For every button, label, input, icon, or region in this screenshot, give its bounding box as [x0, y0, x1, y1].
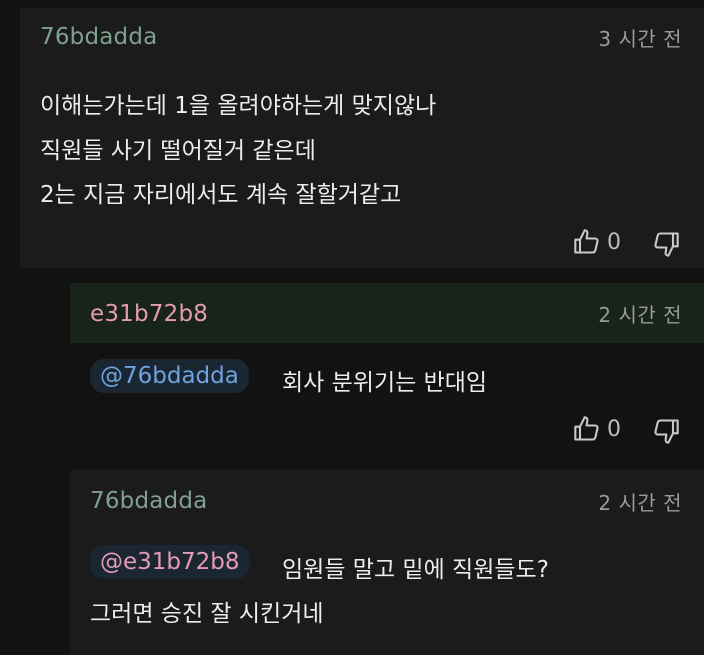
comment-text-line: 직원들 사기 떨어질거 같은데	[40, 138, 316, 164]
comment-author[interactable]: 76bdadda	[90, 488, 207, 514]
thumbs-up-icon	[574, 416, 599, 441]
comment-text-line: 임원들 말고 밑에 직원들도?	[282, 557, 549, 583]
reply-1-body: @76bdadda 회사 분위기는 반대임 0	[70, 343, 704, 455]
reply-1-header: e31b72b8 2 시간 전	[70, 283, 704, 343]
dislike-button[interactable]	[652, 230, 680, 258]
like-button[interactable]: 0	[573, 228, 621, 256]
comment-author[interactable]: 76bdadda	[40, 24, 157, 50]
comment-time: 2 시간 전	[598, 491, 682, 515]
mention-link[interactable]: @76bdadda	[90, 359, 249, 393]
like-count: 0	[607, 229, 621, 255]
like-count: 0	[607, 416, 621, 442]
dislike-button[interactable]	[652, 417, 680, 445]
like-button[interactable]: 0	[573, 415, 621, 443]
comment-text-line: 이해는가는데 1을 올려야하는게 맞지않나	[40, 93, 437, 119]
comment-author[interactable]: e31b72b8	[90, 301, 208, 327]
comment-text-line: 회사 분위기는 반대임	[282, 370, 488, 396]
comment-text-line: 그러면 승진 잘 시킨거네	[90, 601, 324, 627]
comment-text-line: 2는 지금 자리에서도 계속 잘할거같고	[40, 182, 402, 208]
comment-time: 2 시간 전	[598, 303, 682, 327]
thumbs-up-icon	[574, 229, 599, 254]
thumbs-down-icon	[654, 419, 679, 444]
thumbs-down-icon	[654, 232, 679, 257]
comment-time: 3 시간 전	[598, 27, 682, 51]
comment-1: 76bdadda 3 시간 전 이해는가는데 1을 올려야하는게 맞지않나 직원…	[20, 8, 704, 268]
reply-2: 76bdadda 2 시간 전 @e31b72b8 임원들 말고 밑에 직원들도…	[70, 470, 704, 655]
mention-link[interactable]: @e31b72b8	[90, 545, 250, 579]
